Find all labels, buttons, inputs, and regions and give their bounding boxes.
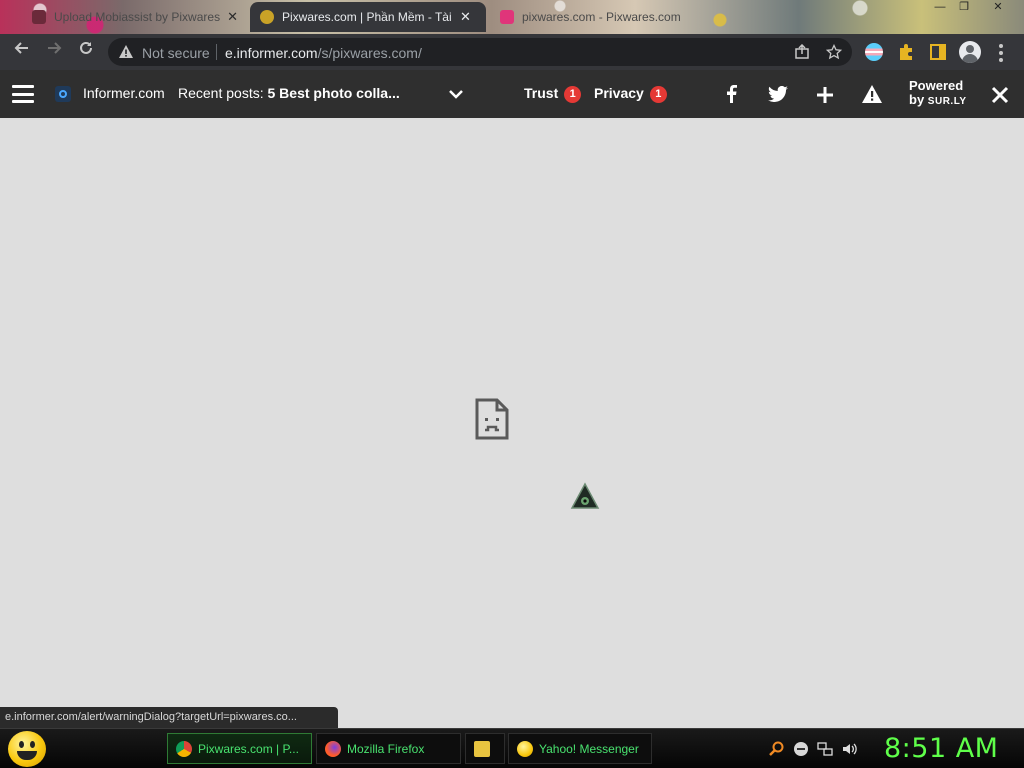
close-window-button[interactable]: ✕ (986, 0, 1010, 16)
twitter-icon[interactable] (768, 86, 788, 102)
forward-arrow-icon (48, 42, 62, 54)
status-url-bubble: e.informer.com/alert/warningDialog?targe… (0, 707, 338, 728)
facebook-icon[interactable] (724, 85, 738, 103)
plus-icon[interactable] (816, 86, 834, 104)
tab-close-icon[interactable]: ✕ (227, 9, 238, 25)
reload-button[interactable] (74, 40, 98, 64)
taskbar-item-label: Mozilla Firefox (347, 741, 425, 756)
pixwares-favicon-icon (260, 10, 274, 24)
chevron-down-icon[interactable] (448, 88, 464, 100)
taskbar-item-chrome[interactable]: Pixwares.com | P... (167, 733, 312, 764)
page-content-area (0, 118, 1024, 728)
hamburger-menu-icon[interactable] (12, 85, 34, 103)
trust-button[interactable]: Trust 1 (524, 85, 582, 103)
tab-upload-mobiassist[interactable]: Upload Mobiassist by Pixwares ✕ (22, 2, 248, 32)
security-status-label[interactable]: Not secure (142, 45, 210, 61)
surly-brand: SUR.LY (927, 96, 967, 107)
network-tray-icon[interactable] (817, 741, 833, 757)
site-favicon-icon (32, 10, 46, 24)
pixwares-pink-favicon-icon (500, 10, 514, 24)
menu-kebab-icon[interactable] (998, 43, 1004, 62)
chrome-icon (176, 740, 192, 757)
warning-triangle-icon (119, 45, 133, 58)
taskbar-item-firefox[interactable]: Mozilla Firefox (316, 733, 461, 764)
taskbar-clock[interactable]: 8:51 AM (884, 733, 998, 764)
omnibox-divider (216, 44, 217, 60)
tab-close-icon[interactable]: ✕ (460, 9, 471, 25)
minimize-button[interactable]: — (928, 0, 952, 16)
back-arrow-icon (14, 42, 28, 54)
browser-toolbar: Not secure e.informer.com/s/pixwares.com… (0, 34, 1024, 70)
maximize-button[interactable]: ❐ (952, 0, 976, 16)
side-panel-icon[interactable] (929, 43, 947, 61)
taskbar-item-folder[interactable] (465, 733, 505, 764)
informer-bar: Informer.com Recent posts: 5 Best photo … (0, 70, 1024, 118)
forward-button[interactable] (42, 40, 66, 64)
mouse-cursor-icon (570, 482, 600, 509)
url-path: /s/pixwares.com/ (317, 45, 422, 61)
share-icon[interactable] (794, 44, 810, 60)
reload-icon (80, 41, 92, 54)
tab-title: Pixwares.com | Phần Mềm - Tài L (282, 10, 454, 24)
recent-posts-prefix: Recent posts: (178, 85, 264, 101)
extensions-puzzle-icon[interactable] (897, 43, 915, 61)
recent-post-title[interactable]: 5 Best photo colla... (268, 85, 400, 101)
informer-brand[interactable]: Informer.com (83, 85, 165, 101)
taskbar: Pixwares.com | P... Mozilla Firefox Yaho… (0, 728, 1024, 768)
tray-status-icon[interactable] (794, 742, 808, 756)
yahoo-messenger-icon (517, 740, 533, 757)
powered-by-surly[interactable]: Powered by SUR.LY (909, 79, 967, 109)
trust-badge: 1 (564, 85, 582, 103)
tab-strip: Upload Mobiassist by Pixwares ✕ Pixwares… (0, 0, 1024, 34)
trust-label: Trust (524, 85, 559, 101)
url-domain: e.informer.com (225, 45, 318, 61)
tab-pixwares-com[interactable]: pixwares.com - Pixwares.com (490, 2, 710, 32)
url-text[interactable]: e.informer.com/s/pixwares.com/ (225, 45, 422, 61)
taskbar-item-yahoo-messenger[interactable]: Yahoo! Messenger (508, 733, 652, 764)
back-button[interactable] (10, 40, 34, 64)
report-warning-icon[interactable] (861, 84, 883, 104)
recent-posts-label: Recent posts: 5 Best photo colla... (178, 85, 400, 101)
powered-by-word: by (909, 92, 925, 107)
bookmark-star-icon[interactable] (826, 44, 842, 60)
volume-tray-icon[interactable] (841, 741, 857, 757)
extension-flag-icon[interactable] (865, 43, 883, 61)
profile-avatar-icon[interactable] (959, 41, 981, 63)
search-tray-icon[interactable] (768, 741, 784, 757)
privacy-button[interactable]: Privacy 1 (594, 85, 667, 103)
address-bar[interactable]: Not secure e.informer.com/s/pixwares.com… (108, 38, 852, 66)
close-bar-icon[interactable] (991, 86, 1009, 104)
tab-pixwares-active[interactable]: Pixwares.com | Phần Mềm - Tài L ✕ (250, 2, 486, 32)
firefox-icon (325, 740, 341, 757)
powered-line: Powered (909, 78, 964, 93)
sad-page-icon (475, 398, 509, 440)
folder-icon (474, 740, 490, 757)
tab-title: Upload Mobiassist by Pixwares (54, 10, 221, 24)
privacy-label: Privacy (594, 85, 644, 101)
taskbar-item-label: Pixwares.com | P... (198, 741, 299, 756)
informer-logo-icon (55, 86, 71, 102)
start-button-smiley-icon[interactable] (8, 731, 46, 767)
privacy-badge: 1 (649, 85, 667, 103)
tab-title: pixwares.com - Pixwares.com (522, 10, 681, 24)
taskbar-item-label: Yahoo! Messenger (539, 741, 639, 756)
